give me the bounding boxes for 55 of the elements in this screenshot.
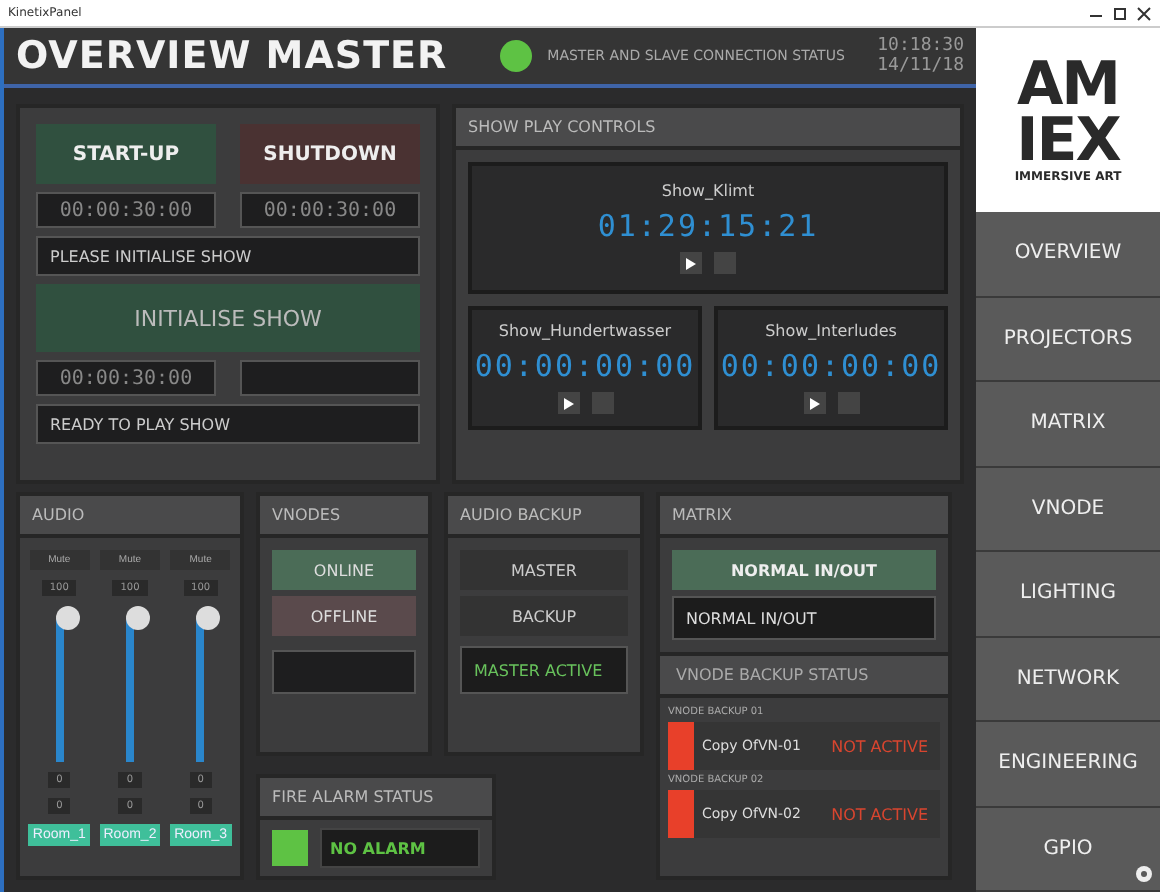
play-button[interactable] <box>680 252 702 274</box>
nav-button[interactable]: MATRIX <box>976 382 1160 467</box>
timecode: 00:00:00:00 <box>720 348 942 384</box>
status-display: MASTER ACTIVE <box>460 646 628 694</box>
backup-status: NOT ACTIVE <box>831 805 928 823</box>
show-name: Show_Interludes <box>765 322 897 340</box>
master-button[interactable]: MASTER <box>460 550 628 590</box>
nav-button[interactable]: PROJECTORS <box>976 297 1160 382</box>
empty-display <box>272 650 416 694</box>
panel-header: MATRIX <box>660 496 948 538</box>
slider-thumb[interactable] <box>55 606 80 630</box>
status-display: NORMAL IN/OUT <box>672 596 936 640</box>
play-icon <box>563 397 573 409</box>
panel-header: AUDIO BACKUP <box>448 496 640 538</box>
close-icon[interactable] <box>1136 5 1152 21</box>
startup-button[interactable]: START-UP <box>36 124 216 184</box>
nav-button[interactable]: VNODE <box>976 467 1160 552</box>
page-title: OVERVIEW MASTER <box>16 34 448 78</box>
timecode: 00:00:00:00 <box>474 348 696 384</box>
timer-display: 00:00:30:00 <box>36 192 216 228</box>
timer-display: 00:00:30:00 <box>36 360 216 396</box>
play-icon <box>809 397 819 409</box>
nav-button[interactable]: GPIO <box>976 807 1160 892</box>
status-display: READY TO PLAY SHOW <box>36 404 420 444</box>
shutdown-button[interactable]: SHUTDOWN <box>240 124 420 184</box>
panel-header: VNODE BACKUP STATUS <box>660 652 948 698</box>
panel-header: VNODES <box>260 496 428 538</box>
clock-time: 10:18:30 <box>877 36 964 56</box>
timecode: 01:29:15:21 <box>597 208 819 244</box>
play-icon <box>686 257 696 269</box>
nav-button[interactable]: ENGINEERING <box>976 722 1160 807</box>
show-name: Show_Klimt <box>661 182 755 200</box>
show-name: Show_Hundertwasser <box>498 322 672 340</box>
gear-icon[interactable] <box>1132 862 1156 886</box>
mode-button[interactable]: NORMAL IN/OUT <box>672 550 936 590</box>
panel-header: FIRE ALARM STATUS <box>260 778 492 820</box>
play-button[interactable] <box>557 392 579 414</box>
panel-header: AUDIO <box>20 496 240 538</box>
clock-date: 14/11/18 <box>877 56 964 76</box>
offline-button[interactable]: OFFLINE <box>272 596 416 636</box>
panel-header: SHOW PLAY CONTROLS <box>456 108 960 150</box>
play-button[interactable] <box>803 392 825 414</box>
slider-thumb[interactable] <box>125 606 150 630</box>
nav-button[interactable]: NETWORK <box>976 637 1160 722</box>
timer-display: 00:00:30:00 <box>240 192 420 228</box>
alarm-status: NO ALARM <box>320 828 480 868</box>
backup-status: NOT ACTIVE <box>831 737 928 755</box>
nav-button[interactable]: OVERVIEW <box>976 212 1160 297</box>
online-button[interactable]: ONLINE <box>272 550 416 590</box>
message-display: PLEASE INITIALISE SHOW <box>36 236 420 276</box>
backup-button[interactable]: BACKUP <box>460 596 628 636</box>
slider-thumb[interactable] <box>196 606 221 630</box>
maximize-icon[interactable] <box>1112 5 1128 21</box>
initialise-button[interactable]: INITIALISE SHOW <box>36 284 420 352</box>
nav-button[interactable]: LIGHTING <box>976 552 1160 637</box>
